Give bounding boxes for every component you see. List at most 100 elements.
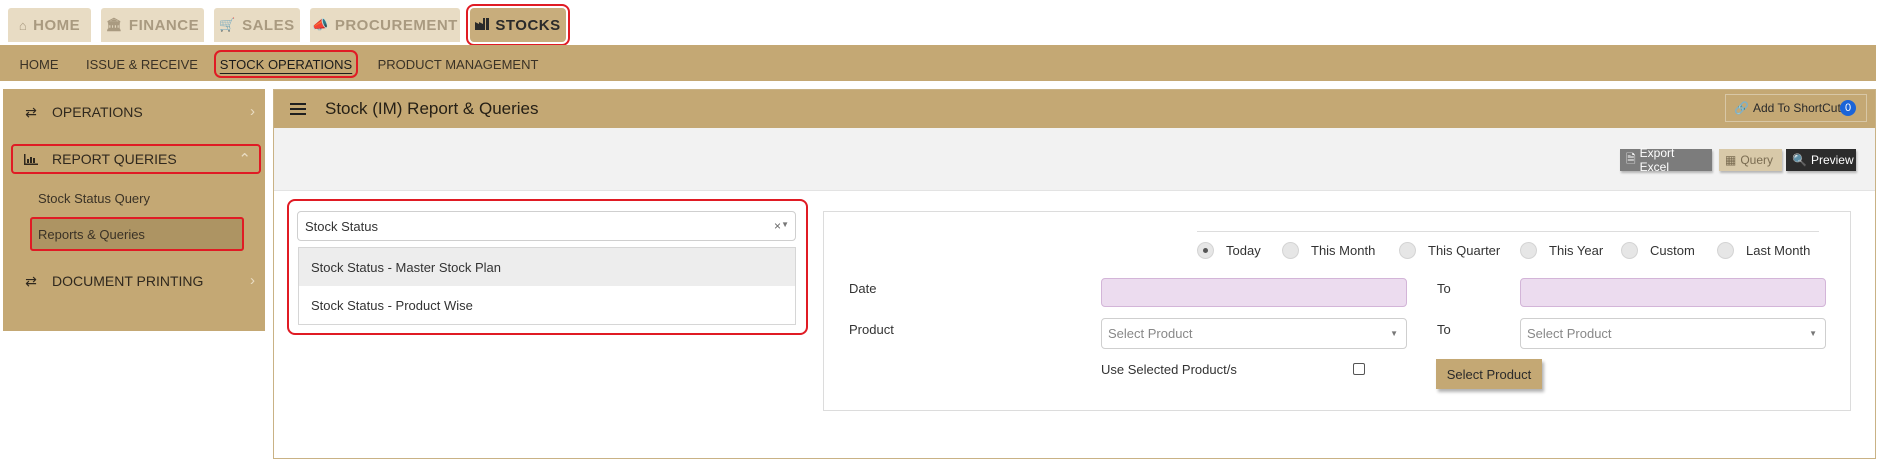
- chevron-up-icon: ⌃: [238, 151, 251, 168]
- submenu-stock-operations-label: STOCK OPERATIONS: [219, 56, 353, 72]
- chevron-right-icon: ›: [250, 103, 255, 120]
- sidebar-item-operations[interactable]: ⇄ OPERATIONS ›: [3, 97, 265, 127]
- add-to-shortcut-label: Add To ShortCut: [1752, 101, 1841, 115]
- radio-this-quarter[interactable]: This Quarter: [1399, 242, 1500, 259]
- table-icon: ▦: [1725, 153, 1737, 167]
- product-to-label: To: [1437, 322, 1451, 337]
- radio-unchecked-icon: [1282, 242, 1299, 259]
- radio-label: Last Month: [1746, 243, 1811, 258]
- query-button[interactable]: ▦ Query: [1719, 149, 1782, 171]
- period-radio-group: Today This Month This Quarter This Year …: [824, 242, 1850, 262]
- bullhorn-icon: 📣: [312, 17, 329, 32]
- chevron-right-icon: ›: [250, 272, 255, 289]
- filter-form: Today This Month This Quarter This Year …: [823, 211, 1851, 411]
- sidebar-item-document-printing-label: DOCUMENT PRINTING: [52, 273, 204, 289]
- radio-this-month[interactable]: This Month: [1282, 242, 1375, 259]
- query-label: Query: [1740, 153, 1774, 167]
- tab-procurement-label: PROCUREMENT: [334, 16, 458, 34]
- tab-finance[interactable]: 🏛 FINANCE: [101, 8, 204, 42]
- date-to-label: To: [1437, 281, 1451, 296]
- submenu-issue-receive[interactable]: ISSUE & RECEIVE: [86, 52, 198, 76]
- date-from-input[interactable]: [1101, 278, 1407, 307]
- date-to-input[interactable]: [1520, 278, 1826, 307]
- product-to-placeholder: Select Product: [1527, 326, 1612, 341]
- preview-button[interactable]: 🔍 Preview: [1786, 149, 1856, 171]
- report-type-options: Stock Status - Master Stock Plan Stock S…: [298, 247, 796, 325]
- tab-home[interactable]: ⌂ HOME: [8, 8, 91, 42]
- page-title: Stock (IM) Report & Queries: [325, 99, 539, 118]
- dropdown-option[interactable]: Stock Status - Product Wise: [299, 286, 795, 324]
- sidebar-item-report-queries-label: REPORT QUERIES: [52, 151, 177, 167]
- file-excel-icon: 🗎: [1626, 151, 1636, 166]
- submenu-product-management[interactable]: PRODUCT MANAGEMENT: [374, 52, 542, 76]
- action-toolbar: 🗎 Export Excel ▦ Query 🔍 Preview: [274, 128, 1875, 191]
- radio-unchecked-icon: [1399, 242, 1416, 259]
- dropdown-option[interactable]: Stock Status - Master Stock Plan: [299, 248, 795, 286]
- search-icon: 🔍: [1792, 153, 1807, 167]
- home-icon: ⌂: [18, 17, 28, 33]
- sidebar-subitem-label: Reports & Queries: [38, 226, 145, 242]
- radio-label: This Quarter: [1428, 243, 1501, 258]
- cart-icon: 🛒: [219, 17, 237, 32]
- submenu-issue-receive-label: ISSUE & RECEIVE: [86, 56, 198, 72]
- shortcut-count-badge: 0: [1840, 100, 1856, 116]
- exchange-icon: ⇄: [25, 272, 37, 289]
- add-to-shortcut-button[interactable]: 🔗 Add To ShortCut 0: [1725, 94, 1867, 122]
- product-from-placeholder: Select Product: [1108, 326, 1193, 341]
- radio-last-month[interactable]: Last Month: [1717, 242, 1810, 259]
- radio-unchecked-icon: [1520, 242, 1537, 259]
- select-product-button[interactable]: Select Product: [1436, 359, 1542, 389]
- sidebar-item-report-queries[interactable]: REPORT QUERIES ⌃: [11, 144, 261, 174]
- submenu-bar: HOME ISSUE & RECEIVE STOCK OPERATIONS PR…: [0, 45, 1876, 81]
- report-type-select[interactable]: Stock Status × ▼: [297, 211, 796, 241]
- sidebar-item-document-printing[interactable]: ⇄ DOCUMENT PRINTING ›: [3, 266, 265, 296]
- product-from-select[interactable]: Select Product ▼: [1101, 318, 1407, 349]
- radio-label: Custom: [1650, 243, 1695, 258]
- submenu-product-management-label: PRODUCT MANAGEMENT: [377, 56, 539, 72]
- radio-label: Today: [1226, 243, 1261, 258]
- tab-finance-label: FINANCE: [128, 16, 200, 34]
- tab-procurement[interactable]: 📣 PROCUREMENT: [310, 8, 460, 42]
- radio-unchecked-icon: [1621, 242, 1638, 259]
- report-type-value: Stock Status: [305, 218, 378, 234]
- industry-icon: [475, 17, 490, 33]
- radio-label: This Month: [1311, 243, 1376, 258]
- side-menu: ⇄ OPERATIONS › REPORT QUERIES ⌃ Stock St…: [3, 89, 265, 331]
- panel-header: Stock (IM) Report & Queries 🔗 Add To Sho…: [274, 90, 1875, 128]
- date-label: Date: [849, 281, 877, 296]
- tab-sales[interactable]: 🛒 SALES: [214, 8, 300, 42]
- tab-sales-label: SALES: [242, 16, 295, 34]
- module-tabs: ⌂ HOME 🏛 FINANCE 🛒 SALES 📣 PROCUREMENT S…: [0, 0, 1885, 46]
- tab-stocks[interactable]: STOCKS: [466, 4, 570, 46]
- caret-down-icon: ▼: [781, 220, 789, 229]
- radio-this-year[interactable]: This Year: [1520, 242, 1603, 259]
- caret-down-icon: ▼: [1390, 329, 1398, 338]
- sidebar-subitem-reports-queries[interactable]: Reports & Queries: [30, 217, 244, 251]
- bar-chart-icon: [19, 153, 43, 165]
- radio-today[interactable]: Today: [1197, 242, 1261, 259]
- submenu-home[interactable]: HOME: [12, 52, 66, 76]
- product-to-select[interactable]: Select Product ▼: [1520, 318, 1826, 349]
- sidebar-item-operations-label: OPERATIONS: [52, 104, 143, 120]
- product-label: Product: [849, 322, 894, 337]
- submenu-stock-operations[interactable]: STOCK OPERATIONS: [214, 50, 358, 78]
- clear-icon[interactable]: ×: [774, 219, 781, 233]
- sidebar-subitem-label: Stock Status Query: [38, 190, 150, 206]
- preview-label: Preview: [1810, 153, 1854, 167]
- use-selected-checkbox[interactable]: [1353, 363, 1365, 375]
- radio-unchecked-icon: [1717, 242, 1734, 259]
- radio-checked-icon: [1197, 242, 1214, 259]
- exchange-icon: ⇄: [25, 103, 37, 120]
- tab-home-label: HOME: [33, 16, 81, 34]
- radio-label: This Year: [1549, 243, 1604, 258]
- sidebar-subitem-stock-status-query[interactable]: Stock Status Query: [38, 187, 150, 209]
- bank-icon: 🏛: [105, 17, 123, 32]
- submenu-home-label: HOME: [19, 56, 59, 72]
- menu-icon[interactable]: [290, 103, 306, 115]
- caret-down-icon: ▼: [1809, 329, 1817, 338]
- radio-custom[interactable]: Custom: [1621, 242, 1695, 259]
- tab-stocks-label: STOCKS: [495, 16, 561, 34]
- divider: [1197, 231, 1819, 232]
- link-icon: 🔗: [1734, 101, 1749, 115]
- export-excel-button[interactable]: 🗎 Export Excel: [1620, 146, 1712, 174]
